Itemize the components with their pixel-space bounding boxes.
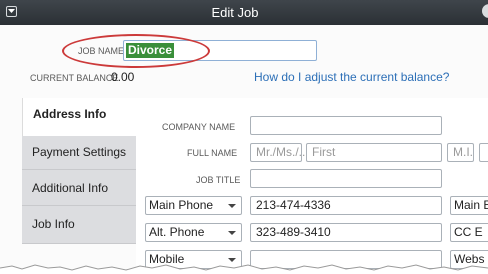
full-name-label: FULL NAME bbox=[187, 148, 238, 158]
highlight-annotation bbox=[62, 34, 210, 68]
tab-additional-info[interactable]: Additional Info bbox=[22, 170, 136, 206]
tab-label: Address Info bbox=[33, 107, 107, 121]
middle-initial-input[interactable]: M.I. bbox=[447, 143, 474, 162]
main-phone-input[interactable]: 213-474-4336 bbox=[250, 196, 442, 215]
edit-job-window: Edit Job JOB NAME Divorce CURRENT BALANC… bbox=[0, 0, 488, 274]
job-title-input[interactable] bbox=[250, 169, 442, 188]
phone-type-dropdown-1[interactable]: Main Phone bbox=[145, 196, 242, 215]
tab-job-info[interactable]: Job Info bbox=[22, 206, 136, 244]
phone-type-label: Main Phone bbox=[149, 198, 214, 212]
title-bar: Edit Job bbox=[0, 0, 488, 25]
torn-edge-decoration bbox=[0, 264, 488, 274]
email-type-dropdown-1[interactable]: Main E bbox=[450, 196, 488, 215]
email-type-dropdown-2[interactable]: CC E bbox=[450, 223, 488, 242]
email-type-label: Main E bbox=[454, 198, 488, 212]
window-title: Edit Job bbox=[211, 5, 259, 20]
tab-label: Job Info bbox=[32, 217, 75, 231]
current-balance-value: 0.00 bbox=[111, 70, 135, 84]
current-balance-label: CURRENT BALANCE bbox=[30, 73, 119, 83]
alt-phone-input[interactable]: 323-489-3410 bbox=[250, 223, 442, 242]
phone-type-label: Alt. Phone bbox=[149, 225, 205, 239]
job-title-label: JOB TITLE bbox=[196, 175, 241, 185]
tab-label: Additional Info bbox=[32, 181, 109, 195]
caret-down-icon bbox=[228, 231, 236, 235]
tab-payment-settings[interactable]: Payment Settings bbox=[22, 136, 136, 170]
adjust-balance-link[interactable]: How do I adjust the current balance? bbox=[254, 70, 449, 84]
window-control-button[interactable] bbox=[482, 4, 488, 18]
caret-down-icon bbox=[228, 204, 236, 208]
company-name-input[interactable] bbox=[250, 116, 442, 135]
email-type-label: CC E bbox=[454, 225, 483, 239]
tab-label: Payment Settings bbox=[32, 145, 127, 159]
first-name-input[interactable]: First bbox=[306, 143, 442, 162]
salutation-input[interactable]: Mr./Ms./... bbox=[250, 143, 309, 162]
tab-address-info[interactable]: Address Info bbox=[22, 98, 136, 136]
company-name-label: COMPANY NAME bbox=[162, 122, 236, 132]
last-name-input[interactable] bbox=[479, 143, 488, 162]
phone-type-dropdown-2[interactable]: Alt. Phone bbox=[145, 223, 242, 242]
